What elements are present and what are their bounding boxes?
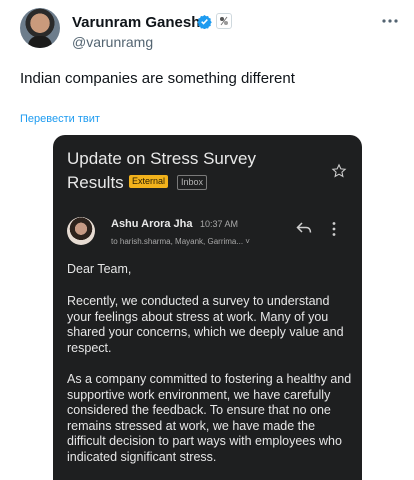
email-paragraph-2: As a company committed to fostering a he… [67,372,352,464]
attached-email-screenshot[interactable]: Update on Stress Survey Results External… [53,135,362,480]
email-recipients: to harish.sharma, Mayank, Garrima... ˅ [111,237,250,246]
sender-name: Ashu Arora Jha [111,218,193,230]
more-vertical-icon [332,222,336,236]
author-avatar[interactable] [20,8,60,48]
verified-badge-icon [197,14,212,29]
translate-tweet-link[interactable]: Перевести твит [20,113,100,125]
reply-icon [296,222,312,233]
author-handle[interactable]: @varunramg [72,34,153,50]
email-time: 10:37 AM [200,219,239,229]
external-tag: External [129,175,169,188]
star-icon [331,163,347,178]
sender-avatar [67,217,95,245]
email-greeting: Dear Team, [67,262,132,276]
tweet-text: Indian companies are something different [20,70,295,87]
author-display-name[interactable]: Varunram Ganesh [72,14,200,31]
affiliation-badge-icon[interactable] [216,13,232,29]
more-horizontal-icon[interactable] [380,14,400,28]
email-paragraph-1: Recently, we conducted a survey to under… [67,294,344,355]
tweet-header: Varunram Ganesh @varunramg [20,8,400,52]
inbox-tag: Inbox [177,175,208,190]
email-subject-line1: Update on Stress Survey [67,149,256,168]
